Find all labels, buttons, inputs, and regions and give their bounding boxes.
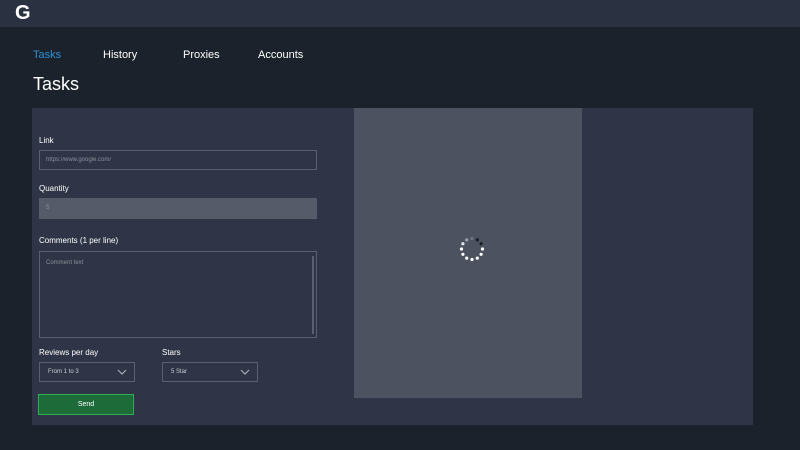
stars-label: Stars [162, 348, 181, 357]
comments-scrollbar[interactable] [312, 256, 314, 334]
quantity-label: Quantity [39, 184, 69, 193]
link-input[interactable] [39, 150, 317, 170]
nav-tab-tasks[interactable]: Tasks [33, 49, 61, 61]
top-bar: G [0, 0, 800, 27]
app-logo: G [15, 2, 31, 24]
send-button[interactable]: Send [38, 394, 134, 415]
reviews-per-day-label: Reviews per day [39, 348, 99, 357]
stars-value: 5 Star [171, 369, 188, 375]
chevron-down-icon [240, 369, 250, 375]
stars-select[interactable]: 5 Star [162, 362, 258, 382]
nav-tab-proxies[interactable]: Proxies [183, 49, 220, 61]
link-label: Link [39, 136, 54, 145]
loading-spinner-icon [459, 236, 485, 262]
comments-textarea[interactable] [39, 251, 317, 338]
page-title: Tasks [33, 74, 80, 94]
reviews-per-day-select[interactable]: From 1 to 3 [39, 362, 135, 382]
nav-tab-accounts[interactable]: Accounts [258, 49, 303, 61]
quantity-input[interactable]: 5 [39, 198, 317, 219]
chevron-down-icon [117, 369, 127, 375]
reviews-per-day-value: From 1 to 3 [48, 369, 79, 375]
nav-tab-history[interactable]: History [103, 49, 137, 61]
comments-label: Comments (1 per line) [39, 236, 119, 245]
